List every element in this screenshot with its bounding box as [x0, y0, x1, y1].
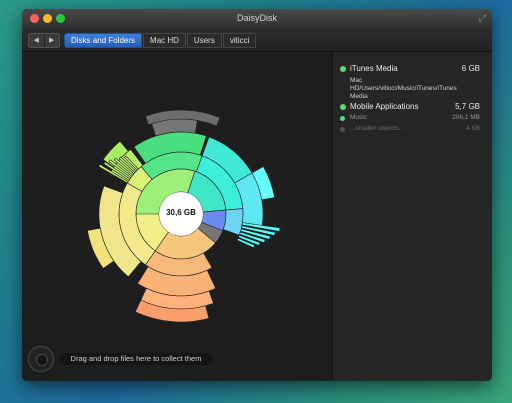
breadcrumb-disks-and-folders[interactable]: Disks and Folders — [64, 33, 143, 48]
item-size: 5,7 GB — [455, 102, 480, 111]
toolbar: ◀ ▶ Disks and Folders Mac HD Users vitic… — [22, 29, 492, 52]
item-color-dot — [340, 127, 345, 132]
breadcrumb: Disks and Folders Mac HD Users viticci — [64, 33, 257, 48]
breadcrumb-mac-hd[interactable]: Mac HD — [143, 33, 186, 48]
history-navigation: ◀ ▶ — [28, 33, 60, 48]
center-total-label: 30,6 GB — [166, 208, 196, 217]
item-name: ...smaller objects... — [350, 125, 405, 132]
breadcrumb-viticci[interactable]: viticci — [222, 33, 257, 48]
item-name: Music — [350, 114, 367, 121]
drop-hint-label: Drag and drop files here to collect them — [60, 353, 212, 365]
selected-item-dot — [340, 66, 346, 72]
app-window: DaisyDisk ⤢ ◀ ▶ Disks and Folders Mac HD… — [22, 9, 492, 381]
item-name: Mobile Applications — [350, 102, 419, 111]
breadcrumb-users[interactable]: Users — [186, 33, 222, 48]
selected-item-size: 6 GB — [461, 64, 480, 73]
details-pane: iTunes Media 6 GB Mac HD/Users/viticci/M… — [333, 52, 492, 381]
item-color-dot — [340, 116, 345, 121]
fullscreen-icon[interactable]: ⤢ — [479, 13, 486, 24]
disk-map-pane: 30,6 GB Drag and drop files here to coll… — [22, 52, 332, 381]
back-button[interactable]: ◀ — [29, 34, 44, 47]
selected-item-path: Mac HD/Users/viticci/Music/iTunes/iTunes… — [350, 77, 457, 100]
item-size: 206,1 MB — [452, 114, 480, 121]
disk-segment[interactable] — [222, 208, 244, 236]
selected-item-name: iTunes Media — [350, 64, 398, 73]
collector-icon[interactable] — [26, 344, 56, 374]
item-size: 4 KB — [465, 125, 480, 132]
item-color-dot — [340, 104, 346, 110]
window-title: DaisyDisk — [236, 13, 277, 23]
title-bar: DaisyDisk ⤢ — [22, 9, 492, 29]
forward-button[interactable]: ▶ — [43, 34, 60, 47]
